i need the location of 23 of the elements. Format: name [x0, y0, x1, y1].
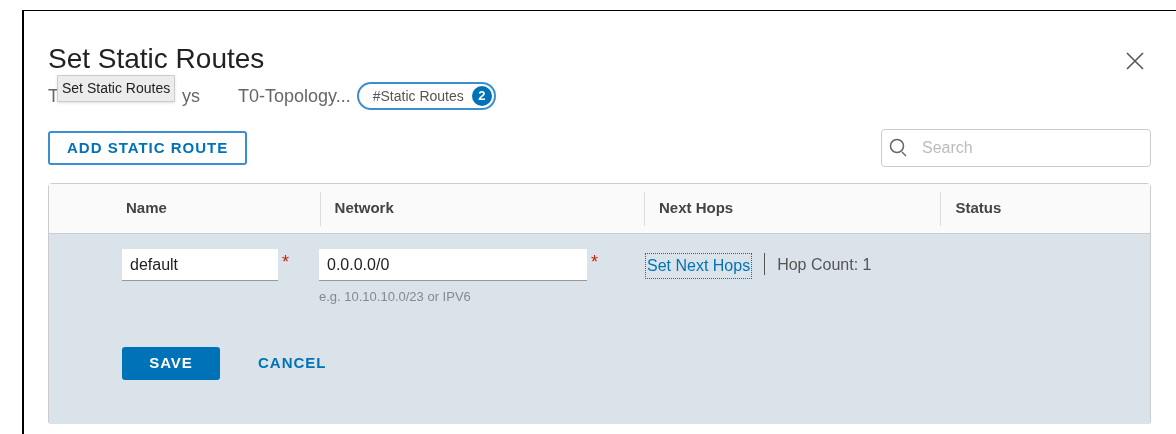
cancel-button[interactable]: CANCEL	[258, 351, 327, 375]
static-routes-pill[interactable]: #Static Routes 2	[356, 82, 496, 110]
dialog-title: Set Static Routes	[48, 42, 265, 76]
search-field[interactable]: Search	[881, 129, 1151, 167]
breadcrumb-current: T0-Topology...	[238, 84, 351, 108]
save-button[interactable]: SAVE	[122, 346, 220, 380]
name-input-field[interactable]: default	[122, 249, 278, 281]
column-header[interactable]: Name	[126, 197, 167, 220]
column-header[interactable]: Next Hops	[659, 197, 734, 220]
set-next-hops-link[interactable]: Set Next Hops	[645, 253, 753, 279]
breadcrumb-link[interactable]: ys	[182, 82, 200, 110]
hop-count: Hop Count: 1	[777, 255, 873, 275]
search-icon	[889, 138, 907, 158]
close-icon[interactable]	[1125, 51, 1145, 71]
network-input-field[interactable]: 0.0.0.0/0	[319, 249, 587, 281]
network-hint: e.g. 10.10.10.0/23 or IPV6	[319, 288, 472, 306]
count-badge: 2	[471, 86, 492, 106]
tooltip: Set Static Routes	[57, 75, 176, 102]
required-mark: *	[282, 251, 289, 274]
add-static-route-button[interactable]: ADD STATIC ROUTE	[48, 131, 248, 165]
required-mark: *	[591, 251, 598, 274]
column-header[interactable]: Network	[334, 197, 394, 220]
column-header[interactable]: Status	[955, 197, 1002, 220]
